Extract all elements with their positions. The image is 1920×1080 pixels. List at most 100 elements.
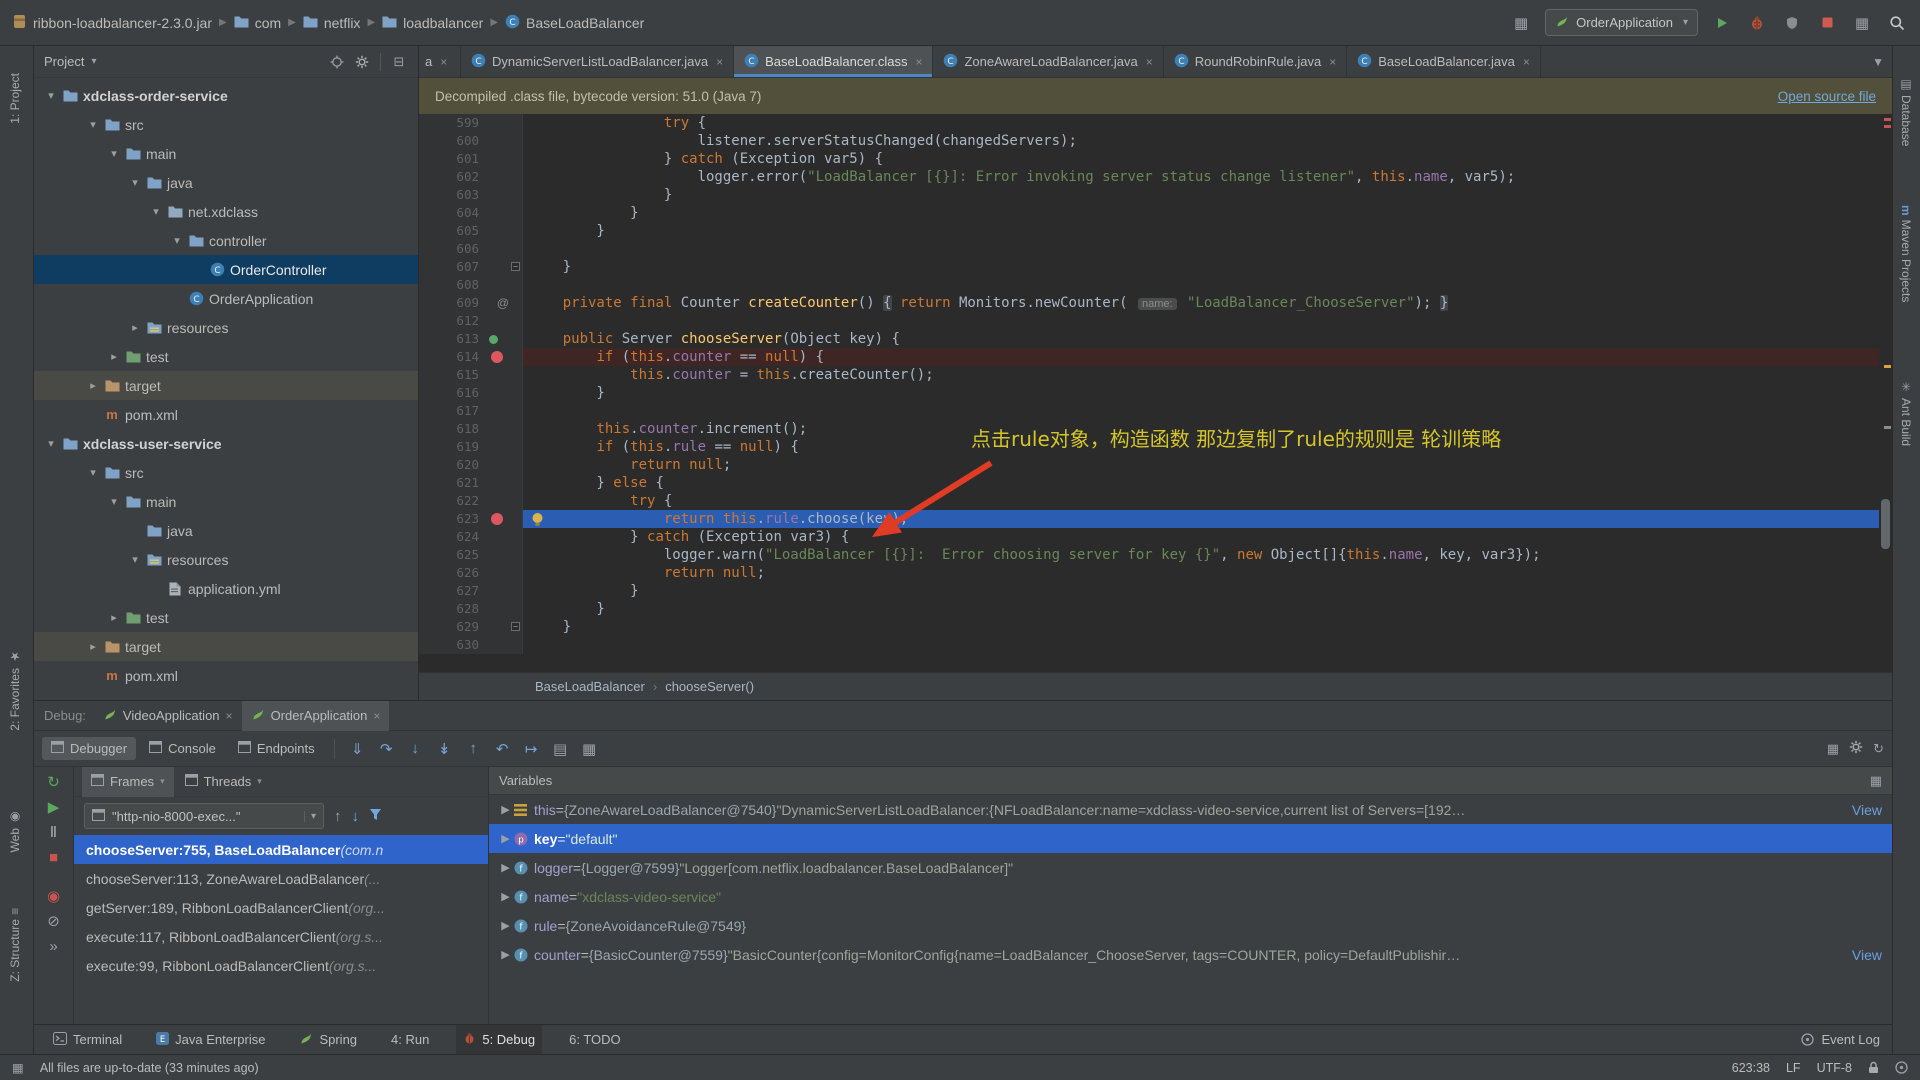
coverage-button[interactable] (1781, 12, 1803, 34)
code-gutter[interactable]: 608 (419, 276, 523, 294)
view-breakpoints-icon[interactable]: ◉ (47, 889, 60, 905)
variable-row-this[interactable]: ▶this = {ZoneAwareLoadBalancer@7540} "Dy… (489, 795, 1892, 824)
debug-button[interactable] (1746, 12, 1768, 34)
step-into-icon[interactable]: ↓ (403, 740, 428, 757)
chevron-down-icon[interactable]: ▾ (126, 553, 144, 566)
settings-icon[interactable] (1849, 740, 1863, 757)
gear-icon[interactable] (353, 53, 371, 71)
resume-icon[interactable]: ▶ (48, 800, 60, 816)
tool-window-button-6-todo[interactable]: 6: TODO (562, 1025, 628, 1055)
expand-icon[interactable]: ▶ (497, 861, 514, 874)
expand-icon[interactable]: ▶ (497, 803, 514, 816)
variable-row-name[interactable]: ▶fname = "xdclass-video-service" (489, 882, 1892, 911)
restore-icon[interactable]: ↻ (1873, 741, 1884, 757)
code-gutter[interactable]: 621 (419, 474, 523, 492)
code-gutter[interactable]: 614 (419, 348, 523, 366)
mute-breakpoints-icon[interactable]: ⊘ (47, 914, 60, 930)
code-gutter[interactable]: 601 (419, 150, 523, 168)
tool-window-button-spring[interactable]: Spring (292, 1025, 364, 1055)
tree-item-pom-xml[interactable]: mpom.xml (34, 400, 418, 429)
next-frame-icon[interactable]: ↓ (352, 808, 360, 825)
chevron-right-icon[interactable]: ▸ (84, 640, 102, 653)
stack-frame[interactable]: chooseServer:755, BaseLoadBalancer (com.… (74, 835, 488, 864)
code-gutter[interactable]: 628 (419, 600, 523, 618)
close-tab-icon[interactable]: × (226, 709, 233, 723)
tree-item-resources[interactable]: ▾resources (34, 545, 418, 574)
readonly-lock-icon[interactable] (1868, 1061, 1879, 1074)
tool-strip-button-maven-projects[interactable]: mMaven Projects (1899, 201, 1913, 302)
variable-row-rule[interactable]: ▶frule = {ZoneAvoidanceRule@7549} (489, 911, 1892, 940)
run-to-cursor-icon[interactable]: ↦ (519, 740, 544, 758)
stack-frame[interactable]: execute:99, RibbonLoadBalancerClient (or… (74, 951, 488, 980)
tree-item-main[interactable]: ▾main (34, 139, 418, 168)
code-gutter[interactable]: 612 (419, 312, 523, 330)
debug-session-tab-orderapplication[interactable]: OrderApplication× (242, 701, 390, 731)
editor-breadcrumb-item[interactable]: chooseServer() (665, 679, 754, 694)
close-tab-icon[interactable]: × (373, 709, 380, 723)
editor-tab-zoneawareloadbalancer-java[interactable]: CZoneAwareLoadBalancer.java× (933, 46, 1163, 77)
search-icon[interactable] (1886, 12, 1908, 34)
chevron-down-icon[interactable]: ▾ (105, 147, 123, 160)
line-separator[interactable]: LF (1786, 1061, 1801, 1075)
code-gutter[interactable]: 607− (419, 258, 523, 276)
chevron-right-icon[interactable]: ▸ (105, 350, 123, 363)
step-over-icon[interactable]: ↷ (374, 740, 399, 758)
chevron-down-icon[interactable]: ▾ (42, 437, 60, 450)
drop-frame-icon[interactable]: ↶ (490, 740, 515, 758)
code-gutter[interactable]: 603 (419, 186, 523, 204)
tab-list-icon[interactable]: ▼ (1864, 46, 1892, 77)
code-gutter[interactable]: 613 (419, 330, 523, 348)
code-gutter[interactable]: 600 (419, 132, 523, 150)
tree-item-resources[interactable]: ▸resources (34, 313, 418, 342)
chevron-down-icon[interactable]: ▾ (126, 176, 144, 189)
breadcrumb-item-com[interactable]: com (234, 15, 281, 31)
view-link[interactable]: View (1842, 947, 1892, 963)
editor-tab-dynamicserverlistloadbalancer-java[interactable]: CDynamicServerListLoadBalancer.java× (461, 46, 734, 77)
editor-scrollbar[interactable] (1879, 114, 1892, 672)
code-gutter[interactable]: 602 (419, 168, 523, 186)
breakpoint-icon[interactable] (491, 351, 503, 363)
variable-row-key[interactable]: ▶pkey = "default" (489, 824, 1892, 853)
expand-icon[interactable]: ▶ (497, 890, 514, 903)
tree-item-test[interactable]: ▸test (34, 603, 418, 632)
code-gutter[interactable]: 606 (419, 240, 523, 258)
tree-item-main[interactable]: ▾main (34, 487, 418, 516)
event-log-button[interactable]: Event Log (1821, 1032, 1880, 1047)
editor-tab-baseloadbalancer-java[interactable]: CBaseLoadBalancer.java× (1347, 46, 1541, 77)
tree-item-java[interactable]: java (34, 516, 418, 545)
code-gutter[interactable]: 618 (419, 420, 523, 438)
force-step-into-icon[interactable]: ↡ (432, 740, 457, 758)
chevron-down-icon[interactable]: ▾ (168, 234, 186, 247)
tool-window-button-java-enterprise[interactable]: EJava Enterprise (149, 1025, 272, 1055)
scrollbar-thumb[interactable] (1881, 499, 1890, 549)
run-button[interactable] (1711, 12, 1733, 34)
view-tab-endpoints[interactable]: Endpoints (229, 737, 324, 760)
variable-row-logger[interactable]: ▶flogger = {Logger@7599} "Logger[com.net… (489, 853, 1892, 882)
code-gutter[interactable]: 599 (419, 114, 523, 132)
stack-frame[interactable]: execute:117, RibbonLoadBalancerClient (o… (74, 922, 488, 951)
tree-item-target[interactable]: ▸target (34, 632, 418, 661)
breakpoint-icon[interactable] (491, 513, 503, 525)
hide-panel-icon[interactable]: ⊟ (390, 53, 408, 71)
tree-item-application-yml[interactable]: application.yml (34, 574, 418, 603)
tree-item-xdclass-order-service[interactable]: ▾xdclass-order-service (34, 81, 418, 110)
breadcrumb-item-ribbon-loadbalancer-2-3-0-jar[interactable]: ribbon-loadbalancer-2.3.0.jar (12, 14, 212, 32)
code-gutter[interactable]: 623 (419, 510, 523, 528)
view-tab-console[interactable]: Console (140, 737, 225, 760)
tree-item-xdclass-user-service[interactable]: ▾xdclass-user-service (34, 429, 418, 458)
code-gutter[interactable]: 605 (419, 222, 523, 240)
chevron-right-icon[interactable]: ▸ (126, 321, 144, 334)
open-source-file-link[interactable]: Open source file (1778, 89, 1876, 104)
fold-marker-icon[interactable]: − (511, 622, 520, 631)
tool-window-button-5-debug[interactable]: 5: Debug (456, 1025, 542, 1055)
code-gutter[interactable]: 616 (419, 384, 523, 402)
tree-item-net-xdclass[interactable]: ▾net.xdclass (34, 197, 418, 226)
tool-strip-button-z-structure[interactable]: Z: Structure≡ (8, 904, 22, 982)
tool-window-button-4-run[interactable]: 4: Run (384, 1025, 436, 1055)
evaluate-expression-icon[interactable]: ▤ (548, 740, 573, 758)
tool-window-button-terminal[interactable]: Terminal (46, 1025, 129, 1055)
breadcrumb-item-baseloadbalancer[interactable]: CBaseLoadBalancer (505, 14, 644, 32)
tool-strip-button-web[interactable]: Web◉ (8, 806, 22, 852)
tree-item-pom-xml[interactable]: mpom.xml (34, 661, 418, 690)
frames-tab-threads[interactable]: Threads▾ (176, 767, 271, 797)
